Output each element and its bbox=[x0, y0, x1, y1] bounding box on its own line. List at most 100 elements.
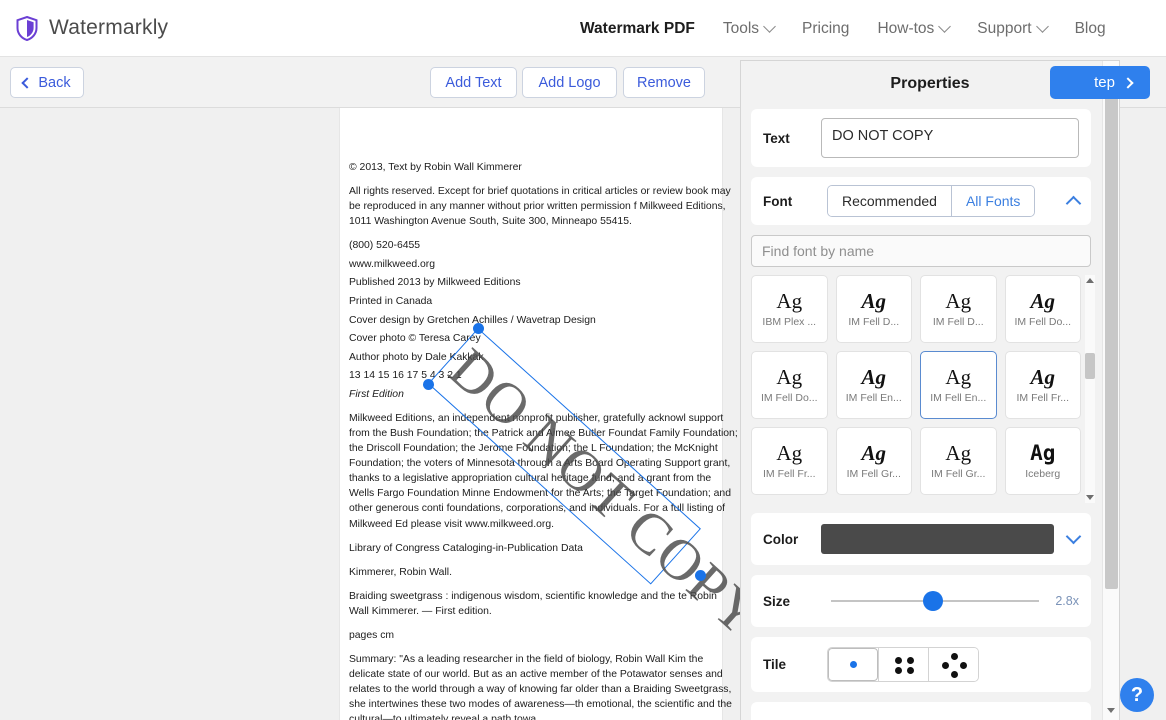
font-preview-glyph: Ag bbox=[945, 443, 971, 464]
font-preview-glyph: Ag bbox=[945, 291, 971, 312]
properties-panel-scrollbar[interactable] bbox=[1102, 61, 1119, 720]
add-text-button[interactable]: Add Text bbox=[430, 67, 517, 98]
font-tile-name: IM Fell Gr... bbox=[931, 468, 985, 480]
tab-recommended[interactable]: Recommended bbox=[828, 186, 951, 216]
chevron-down-icon bbox=[1036, 20, 1049, 33]
font-grid: AgIBM Plex ...AgIM Fell D...AgIM Fell D.… bbox=[751, 275, 1081, 495]
color-swatch[interactable] bbox=[821, 524, 1054, 554]
nav-item-tools[interactable]: Tools bbox=[723, 20, 774, 38]
opacity-property-row-partial[interactable] bbox=[751, 702, 1091, 720]
pdf-text-line: Cover design by Gretchen Achilles / Wave… bbox=[349, 313, 739, 328]
nav-label: Tools bbox=[723, 20, 759, 38]
tile-option-diamond[interactable] bbox=[928, 648, 978, 681]
scroll-down-arrow-icon[interactable] bbox=[1086, 495, 1094, 500]
font-tile[interactable]: AgIM Fell D... bbox=[836, 275, 913, 343]
font-tile-name: IM Fell Fr... bbox=[1017, 392, 1070, 404]
font-tile[interactable]: Ag IM Fell Gr... bbox=[836, 427, 913, 495]
app-root: Watermarkly Watermark PDF Tools Pricing … bbox=[0, 0, 1166, 720]
font-tile[interactable]: AgIM Fell Fr... bbox=[1005, 351, 1082, 419]
chevron-down-icon[interactable] bbox=[1066, 529, 1082, 545]
font-tile[interactable]: AgIM Fell En... bbox=[920, 351, 997, 419]
chevron-up-icon[interactable] bbox=[1066, 195, 1082, 211]
color-label: Color bbox=[763, 532, 821, 547]
font-preview-glyph: Ag bbox=[776, 367, 802, 388]
add-logo-button[interactable]: Add Logo bbox=[522, 67, 617, 98]
back-button[interactable]: Back bbox=[10, 67, 84, 98]
back-label: Back bbox=[38, 75, 70, 91]
nav-item-support[interactable]: Support bbox=[977, 20, 1046, 38]
font-tile-name: IM Fell D... bbox=[933, 316, 984, 328]
font-search-input[interactable] bbox=[751, 235, 1091, 267]
font-tile[interactable]: Ag IBM Plex ... bbox=[751, 275, 828, 343]
font-tile-name: IM Fell Do... bbox=[761, 392, 818, 404]
font-property-row: Font Recommended All Fonts bbox=[751, 177, 1091, 225]
pdf-text-line: Printed in Canada bbox=[349, 294, 739, 309]
font-tab-group: Recommended All Fonts bbox=[827, 185, 1035, 217]
font-preview-glyph: Ag bbox=[861, 291, 886, 312]
shield-icon bbox=[16, 16, 38, 41]
text-property-row: Text bbox=[751, 109, 1091, 167]
font-tile[interactable]: Ag IM Fell Fr... bbox=[751, 427, 828, 495]
font-preview-glyph: Ag bbox=[861, 443, 886, 464]
font-preview-glyph: Ag bbox=[776, 443, 802, 464]
font-tile-name: IM Fell Gr... bbox=[847, 468, 901, 480]
pdf-text-line: Published 2013 by Milkweed Editions bbox=[349, 275, 739, 290]
tile-option-single[interactable] bbox=[828, 648, 878, 681]
font-tile-name: IBM Plex ... bbox=[762, 316, 816, 328]
watermark-text-input[interactable] bbox=[821, 118, 1079, 158]
font-label: Font bbox=[763, 194, 821, 209]
pdf-text-line: Summary: "As a leading researcher in the… bbox=[349, 652, 739, 720]
text-label: Text bbox=[763, 131, 821, 146]
brand-logo[interactable]: Watermarkly bbox=[16, 16, 168, 41]
pdf-text-line: Braiding sweetgrass : indigenous wisdom,… bbox=[349, 589, 739, 619]
chevron-left-icon bbox=[22, 77, 33, 88]
pdf-text-line: (800) 520-6455 bbox=[349, 238, 739, 253]
font-grid-scrollbar[interactable] bbox=[1085, 275, 1095, 503]
font-tile[interactable]: Ag IM Fell Do... bbox=[751, 351, 828, 419]
font-tile[interactable]: AgIM Fell En... bbox=[836, 351, 913, 419]
chevron-right-icon bbox=[1122, 77, 1133, 88]
pdf-text-line: Cover photo © Teresa Carey bbox=[349, 331, 739, 346]
remove-button[interactable]: Remove bbox=[623, 67, 705, 98]
nav-item-blog[interactable]: Blog bbox=[1075, 20, 1106, 38]
font-tile[interactable]: AgIceberg bbox=[1005, 427, 1082, 495]
font-tile-name: IM Fell Do... bbox=[1014, 316, 1071, 328]
tile-property-row: Tile bbox=[751, 637, 1091, 692]
font-tile-name: IM Fell En... bbox=[846, 392, 902, 404]
font-tile[interactable]: Ag IM Fell Gr... bbox=[920, 427, 997, 495]
chevron-down-icon bbox=[938, 20, 951, 33]
tab-all-fonts[interactable]: All Fonts bbox=[951, 186, 1034, 216]
four-dot-grid-icon bbox=[895, 657, 902, 664]
next-step-button[interactable]: tep bbox=[1050, 66, 1150, 99]
nav-item-watermark-pdf[interactable]: Watermark PDF bbox=[580, 20, 695, 38]
size-slider[interactable] bbox=[831, 591, 1039, 611]
pdf-text-line: Milkweed Editions, an independent nonpro… bbox=[349, 411, 739, 532]
nav-item-how-tos[interactable]: How-tos bbox=[877, 20, 949, 38]
nav-label: Watermark PDF bbox=[580, 20, 695, 38]
tile-option-group bbox=[827, 647, 979, 682]
font-tile-name: Iceberg bbox=[1025, 468, 1060, 480]
size-property-row: Size 2.8x bbox=[751, 575, 1091, 627]
font-tile[interactable]: AgIM Fell Do... bbox=[1005, 275, 1082, 343]
pdf-text-line: 13 14 15 16 17 5 4 3 2 1 bbox=[349, 368, 739, 383]
font-tile[interactable]: Ag IM Fell D... bbox=[920, 275, 997, 343]
pdf-page-text: © 2013, Text by Robin Wall KimmererAll r… bbox=[349, 160, 739, 720]
main-menu: Watermark PDF Tools Pricing How-tos Supp… bbox=[580, 0, 1106, 57]
diamond-dot-icon bbox=[951, 653, 958, 660]
font-preview-glyph: Ag bbox=[776, 291, 802, 312]
top-navigation-bar: Watermarkly Watermark PDF Tools Pricing … bbox=[0, 0, 1166, 57]
help-button[interactable]: ? bbox=[1120, 678, 1154, 712]
scroll-up-arrow-icon[interactable] bbox=[1086, 278, 1094, 283]
scrollbar-thumb[interactable] bbox=[1105, 89, 1118, 589]
scrollbar-thumb[interactable] bbox=[1085, 353, 1095, 379]
nav-item-pricing[interactable]: Pricing bbox=[802, 20, 849, 38]
tile-label: Tile bbox=[763, 657, 821, 672]
pdf-text-line: Library of Congress Cataloging-in-Public… bbox=[349, 541, 739, 556]
pdf-text-line: www.milkweed.org bbox=[349, 257, 739, 272]
tile-option-grid[interactable] bbox=[878, 648, 928, 681]
font-grid-container: AgIBM Plex ...AgIM Fell D...AgIM Fell D.… bbox=[751, 275, 1091, 503]
font-tile-name: IM Fell Fr... bbox=[763, 468, 816, 480]
scroll-down-arrow-icon[interactable] bbox=[1107, 708, 1115, 713]
pdf-text-line: pages cm bbox=[349, 628, 739, 643]
slider-knob[interactable] bbox=[923, 591, 943, 611]
